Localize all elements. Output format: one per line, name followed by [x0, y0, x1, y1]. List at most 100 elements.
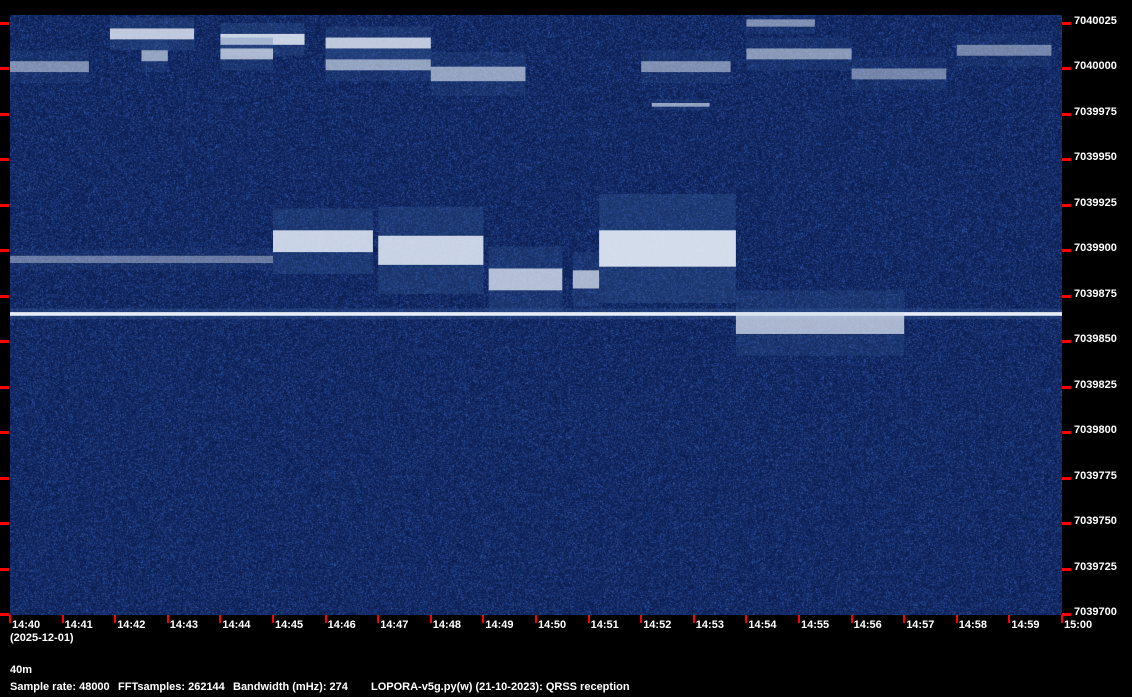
x-tick-label: 14:59 [1011, 619, 1040, 631]
y-tick-label: 7039700 [1074, 606, 1117, 618]
x-tick-label: 14:48 [432, 619, 461, 631]
x-tick-mark [482, 615, 485, 623]
signal-trace [488, 268, 563, 291]
spectrogram-plot [10, 15, 1062, 615]
y-tick-mark-right [1062, 158, 1071, 162]
y-tick-mark-left [0, 522, 9, 526]
y-tick-mark-left [0, 613, 9, 616]
x-tick-label: 14:41 [64, 619, 93, 631]
signal-trace [572, 270, 600, 289]
y-tick-mark-left [0, 67, 9, 71]
x-tick-label: 14:53 [695, 619, 724, 631]
x-tick-label: 14:50 [538, 619, 567, 631]
signal-trace [141, 50, 168, 62]
y-tick-mark-left [0, 112, 9, 116]
y-tick-mark-right [1062, 112, 1071, 116]
x-tick-label: 14:46 [327, 619, 356, 631]
y-tick-mark-left [0, 385, 9, 389]
y-tick-label: 7039725 [1074, 560, 1117, 573]
y-tick-label: 7039950 [1074, 151, 1117, 164]
y-tick-mark-right [1062, 249, 1071, 253]
x-tick-mark [166, 615, 169, 623]
signal-trace [735, 312, 905, 334]
program-info: LOPORA-v5g.py(w) (21-10-2023): QRSS rece… [371, 681, 630, 693]
x-tick-label: 14:56 [853, 619, 882, 631]
x-tick-label: 14:57 [906, 619, 935, 631]
x-tick-label: 15:00 [1064, 619, 1093, 631]
signal-trace [10, 61, 89, 73]
y-tick-label: 7039825 [1074, 378, 1117, 391]
y-tick-label: 7039850 [1074, 333, 1117, 346]
x-tick-mark [377, 615, 380, 623]
x-tick-mark [640, 615, 643, 623]
signal-trace [325, 59, 431, 71]
date-label: (2025-12-01) [10, 632, 74, 644]
y-tick-mark-left [0, 249, 9, 253]
x-tick-mark [114, 615, 117, 623]
y-tick-label: 7039975 [1074, 105, 1117, 118]
y-tick-mark-right [1062, 613, 1071, 616]
x-tick-label: 14:40 [12, 619, 41, 631]
signal-trace [746, 19, 815, 27]
fft-samples: FFTsamples: 262144 [118, 681, 225, 693]
y-tick-label: 7039925 [1074, 196, 1117, 209]
x-tick-mark [745, 615, 748, 623]
y-tick-label: 7039875 [1074, 287, 1117, 300]
x-tick-mark [9, 615, 11, 623]
spectrogram-signals [10, 15, 1062, 356]
signal-trace [220, 48, 273, 60]
y-tick-label: 7040025 [1074, 15, 1117, 27]
y-tick-mark-right [1062, 294, 1071, 298]
y-tick-mark-left [0, 567, 9, 571]
y-tick-label: 7040000 [1074, 60, 1117, 73]
x-tick-mark [61, 615, 64, 623]
x-tick-mark [535, 615, 537, 623]
x-tick-label: 14:58 [958, 619, 987, 631]
y-tick-label: 7039900 [1074, 242, 1117, 255]
signal-trace [641, 61, 731, 73]
x-tick-mark [1008, 615, 1011, 623]
y-tick-mark-right [1062, 385, 1071, 389]
x-tick-mark [272, 615, 274, 623]
y-tick-label: 7039775 [1074, 469, 1117, 482]
signal-trace [109, 28, 195, 40]
x-tick-mark [903, 615, 906, 623]
x-tick-mark [798, 615, 800, 623]
y-tick-mark-left [0, 294, 9, 298]
bandwidth: Bandwidth (mHz): 274 [233, 681, 348, 693]
y-tick-mark-left [0, 158, 9, 162]
x-tick-mark [587, 615, 590, 623]
signal-trace [273, 230, 373, 253]
x-tick-label: 14:47 [380, 619, 409, 631]
x-tick-mark [219, 615, 222, 623]
x-tick-label: 14:52 [643, 619, 672, 631]
x-tick-mark [429, 615, 432, 623]
y-tick-mark-left [0, 476, 9, 480]
x-tick-label: 14:55 [801, 619, 830, 631]
x-tick-label: 14:44 [222, 619, 251, 631]
x-tick-label: 14:51 [590, 619, 619, 631]
signal-trace [378, 235, 484, 265]
y-tick-mark-left [0, 203, 9, 207]
y-tick-mark-right [1062, 67, 1071, 71]
band-label: 40m [10, 664, 33, 676]
y-tick-mark-right [1062, 522, 1071, 526]
y-tick-mark-right [1062, 476, 1071, 480]
x-tick-label: 14:49 [485, 619, 514, 631]
x-tick-mark [850, 615, 853, 623]
y-tick-label: 7039800 [1074, 424, 1117, 437]
y-tick-mark-right [1062, 203, 1071, 207]
sample-rate: Sample rate: 48000 [10, 681, 110, 693]
x-tick-mark [324, 615, 327, 623]
y-tick-mark-right [1062, 567, 1071, 571]
x-tick-label: 14:42 [117, 619, 146, 631]
signal-trace [851, 68, 947, 80]
y-tick-mark-right [1062, 340, 1071, 344]
signal-trace [599, 230, 736, 267]
signal-trace [325, 37, 431, 49]
x-tick-mark [692, 615, 695, 623]
x-tick-label: 14:54 [748, 619, 777, 631]
signal-trace [651, 103, 710, 107]
x-tick-label: 14:45 [275, 619, 304, 631]
x-tick-mark [1061, 615, 1063, 623]
